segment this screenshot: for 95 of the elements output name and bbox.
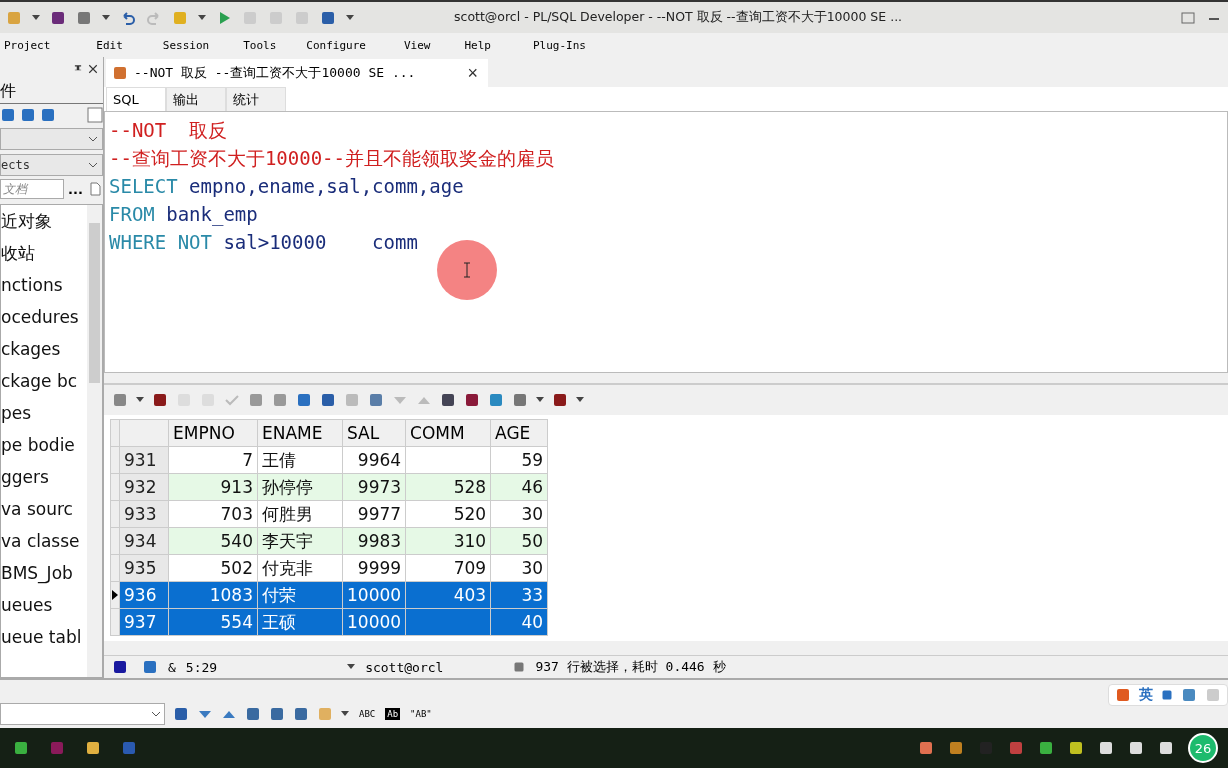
menu-item[interactable]: Edit bbox=[92, 38, 123, 52]
table-cell: 540 bbox=[168, 527, 258, 555]
undo-icon[interactable] bbox=[120, 9, 136, 26]
column-header[interactable]: COMM bbox=[405, 419, 491, 447]
row-marker[interactable] bbox=[110, 608, 120, 636]
caret-icon[interactable] bbox=[347, 664, 356, 670]
row-marker[interactable] bbox=[110, 554, 120, 582]
editor-tab[interactable]: SQL bbox=[106, 87, 166, 111]
ime-language[interactable]: 英 bbox=[1139, 686, 1153, 704]
sql-comment: --NOT 取反 bbox=[109, 118, 229, 143]
more-button[interactable]: ... bbox=[68, 181, 83, 197]
table-cell: 403 bbox=[405, 581, 491, 609]
caret-icon[interactable] bbox=[346, 14, 354, 21]
caret-icon[interactable] bbox=[536, 397, 544, 403]
table-cell: 709 bbox=[405, 554, 491, 582]
menu-item[interactable]: View bbox=[399, 38, 431, 52]
click-indicator bbox=[437, 240, 497, 300]
find-option[interactable]: Ab bbox=[385, 708, 401, 720]
find-field[interactable] bbox=[0, 703, 165, 725]
tree-item[interactable]: va sourc bbox=[1, 493, 87, 525]
editor-tab[interactable]: 统计 bbox=[226, 87, 286, 111]
table-cell: 何胜男 bbox=[257, 500, 343, 528]
tree-item[interactable]: BMS_Job bbox=[1, 557, 87, 589]
table-cell: 703 bbox=[168, 500, 258, 528]
chevron-down-icon[interactable] bbox=[151, 711, 161, 717]
tree-item[interactable]: pe bodie bbox=[1, 429, 87, 461]
caret-icon[interactable] bbox=[341, 711, 349, 717]
window-title: scott@orcl - PL/SQL Developer - --NOT 取反 --查询工资不大于10000 SE ... bbox=[454, 9, 904, 26]
cursor-position: 5:29 bbox=[185, 659, 218, 675]
table-cell: 付克非 bbox=[257, 554, 343, 582]
row-marker[interactable] bbox=[110, 527, 120, 555]
table-cell: 付荣 bbox=[257, 581, 343, 609]
table-cell: 310 bbox=[405, 527, 491, 555]
editor-tab[interactable]: 输出 bbox=[166, 87, 226, 111]
menu-item[interactable]: Help bbox=[460, 38, 491, 52]
menu-item[interactable]: Tools bbox=[239, 38, 277, 52]
column-header[interactable]: ENAME bbox=[257, 419, 343, 447]
table-cell: 502 bbox=[168, 554, 258, 582]
table-cell: 王倩 bbox=[257, 446, 343, 474]
caret-icon[interactable] bbox=[32, 14, 40, 21]
find-option[interactable]: "AB" bbox=[408, 708, 434, 720]
tree-item[interactable]: ueue tabl bbox=[1, 621, 87, 653]
table-cell: 孙停停 bbox=[257, 473, 343, 501]
tree-item[interactable]: nctions bbox=[1, 269, 87, 301]
menu-item[interactable]: Session bbox=[158, 38, 210, 52]
chevron-down-icon[interactable] bbox=[88, 162, 98, 168]
table-cell: 7 bbox=[168, 446, 258, 474]
sql-statement: FROM bank_emp bbox=[109, 202, 259, 228]
document-tab-title: --NOT 取反 --查询工资不大于10000 SE ... bbox=[134, 64, 417, 82]
table-cell: 1083 bbox=[168, 581, 258, 609]
document-tab[interactable]: --NOT 取反 --查询工资不大于10000 SE ... × bbox=[106, 59, 488, 87]
tree-item[interactable]: pes bbox=[1, 397, 87, 429]
column-header[interactable]: SAL bbox=[342, 419, 406, 447]
tree-item[interactable]: ckages bbox=[1, 333, 87, 365]
table-cell: 王硕 bbox=[257, 608, 343, 636]
close-button[interactable]: × bbox=[463, 62, 482, 84]
tree-item[interactable]: ggers bbox=[1, 461, 87, 493]
panel-heading: 件 bbox=[0, 81, 103, 104]
find-option[interactable]: ABC bbox=[357, 708, 378, 720]
tree-item[interactable]: va classe bbox=[1, 525, 87, 557]
search-field[interactable]: 文档 bbox=[0, 179, 64, 199]
table-cell: 李天宇 bbox=[257, 527, 343, 555]
column-header[interactable]: EMPNO bbox=[168, 419, 258, 447]
object-filter-dropdown[interactable]: ects bbox=[0, 154, 103, 176]
menu-item[interactable]: Plug-Ins bbox=[528, 38, 586, 52]
check-icon[interactable] bbox=[224, 392, 240, 408]
caret-icon[interactable] bbox=[136, 397, 144, 403]
tree-item[interactable]: ueues bbox=[1, 589, 87, 621]
checkbox-icon[interactable] bbox=[87, 107, 103, 123]
chevron-down-icon[interactable] bbox=[88, 136, 98, 142]
row-marker[interactable] bbox=[110, 581, 120, 609]
column-header[interactable]: AGE bbox=[490, 419, 548, 447]
tree-item[interactable]: ocedures bbox=[1, 301, 87, 333]
tree-item[interactable]: ckage bc bbox=[1, 365, 87, 397]
table-cell: 528 bbox=[405, 473, 491, 501]
tree-item[interactable]: 收站 bbox=[1, 237, 87, 269]
sql-statement: WHERE NOT sal>10000 comm bbox=[109, 230, 419, 255]
table-cell: 913 bbox=[168, 473, 258, 501]
sql-comment: --查询工资不大于10000--并且不能领取奖金的雇员 bbox=[109, 146, 555, 171]
caret-icon[interactable] bbox=[576, 397, 584, 403]
menu-item[interactable]: Configure bbox=[302, 38, 366, 52]
table-cell: 554 bbox=[168, 608, 258, 636]
row-marker[interactable] bbox=[110, 446, 120, 474]
tree-item[interactable]: 近对象 bbox=[1, 205, 87, 237]
row-marker[interactable] bbox=[110, 473, 120, 501]
status-mode: & bbox=[168, 659, 176, 675]
status-message: 937 行被选择，耗时 0.446 秒 bbox=[535, 658, 726, 676]
caret-icon[interactable] bbox=[102, 14, 110, 21]
table-cell: 520 bbox=[405, 500, 491, 528]
caret-icon[interactable] bbox=[198, 14, 206, 21]
connection-label: scott@orcl bbox=[365, 659, 444, 675]
sql-statement: SELECT empno,ename,sal,comm,age bbox=[109, 174, 465, 199]
menu-item[interactable]: Project bbox=[0, 38, 51, 52]
row-marker[interactable] bbox=[110, 500, 120, 528]
scrollbar[interactable] bbox=[87, 205, 102, 677]
